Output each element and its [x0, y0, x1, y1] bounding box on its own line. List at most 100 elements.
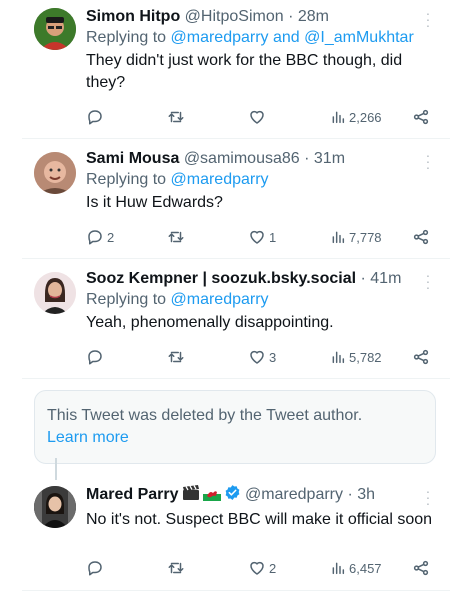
tweet-thread: Simon Hitpo @HitpoSimon · 28m Replying t… — [22, 0, 450, 600]
share-button[interactable] — [412, 107, 430, 127]
more-icon[interactable]: · · · — [420, 268, 436, 294]
like-button[interactable]: 3 — [248, 347, 276, 367]
views-count: 6,457 — [349, 560, 382, 576]
views-icon — [332, 231, 345, 244]
reply-icon — [88, 350, 102, 365]
divider — [22, 258, 450, 259]
author-name[interactable]: Sooz Kempner | soozuk.bsky.social — [86, 270, 356, 287]
timestamp[interactable]: 28m — [298, 8, 329, 25]
retweet-button[interactable] — [166, 227, 189, 247]
retweet-icon — [168, 562, 184, 574]
reply-context: Replying to @maredparry — [86, 169, 436, 190]
thread-connector — [55, 458, 57, 480]
share-icon — [413, 109, 429, 125]
tweet-actions: 3 5,782 — [86, 347, 436, 367]
reply-button[interactable] — [86, 347, 107, 367]
tweet-actions: 2 6,457 — [86, 558, 436, 578]
mention-link[interactable]: @I_amMukhtar — [304, 29, 414, 46]
views-button[interactable]: 2,266 — [330, 107, 382, 127]
heart-icon — [250, 230, 264, 244]
divider — [22, 590, 450, 591]
retweet-button[interactable] — [166, 107, 189, 127]
retweet-icon — [168, 111, 184, 123]
reply-prefix: Replying to — [86, 29, 167, 46]
reply-context: Replying to @maredparry and @I_amMukhtar — [86, 27, 436, 48]
more-icon[interactable]: · · · — [420, 148, 436, 174]
reply-prefix: Replying to — [86, 171, 167, 188]
views-count: 2,266 — [349, 109, 382, 125]
reply-join: and — [273, 29, 300, 46]
share-button[interactable] — [412, 558, 430, 578]
like-count: 1 — [269, 229, 277, 245]
reply-count: 2 — [107, 229, 115, 245]
heart-icon — [250, 350, 264, 364]
views-icon — [332, 351, 345, 364]
share-button[interactable] — [412, 347, 430, 367]
author-name[interactable]: Simon Hitpo — [86, 8, 180, 25]
reply-context: Replying to @maredparry — [86, 289, 436, 310]
tweet-text: Is it Huw Edwards? — [86, 194, 223, 211]
mention-link[interactable]: @maredparry — [171, 291, 269, 308]
more-icon[interactable]: · · · — [420, 484, 436, 510]
divider — [22, 378, 450, 379]
author-handle[interactable]: @HitpoSimon — [185, 8, 284, 25]
views-count: 7,778 — [349, 229, 382, 245]
like-button[interactable] — [248, 107, 269, 127]
reply-button[interactable]: 2 — [86, 227, 114, 247]
divider — [22, 138, 450, 139]
author-handle[interactable]: @maredparry — [245, 486, 343, 503]
like-button[interactable]: 1 — [248, 227, 276, 247]
retweet-button[interactable] — [166, 347, 189, 367]
reply-button[interactable] — [86, 107, 107, 127]
heart-icon — [250, 110, 264, 124]
reply-button[interactable] — [86, 558, 107, 578]
timestamp[interactable]: 31m — [314, 150, 345, 167]
share-icon — [413, 229, 429, 245]
tweet-text: No it's not. Suspect BBC will make it of… — [86, 511, 433, 528]
like-count: 3 — [269, 349, 277, 365]
separator-dot: · — [288, 8, 294, 25]
avatar-mared-parry[interactable] — [34, 486, 76, 528]
deleted-tweet-notice: This Tweet was deleted by the Tweet auth… — [34, 390, 436, 464]
welsh-flag-icon — [202, 486, 221, 507]
share-icon — [413, 349, 429, 365]
like-count: 2 — [269, 560, 277, 576]
views-button[interactable]: 5,782 — [330, 347, 382, 367]
views-count: 5,782 — [349, 349, 382, 365]
avatar-sami-mousa[interactable] — [34, 152, 76, 194]
retweet-icon — [168, 231, 184, 243]
separator-dot: · — [360, 270, 366, 287]
reply-icon — [88, 230, 102, 245]
deleted-notice-text: This Tweet was deleted by the Tweet auth… — [47, 407, 363, 424]
clapperboard-icon — [182, 485, 200, 507]
views-icon — [332, 562, 345, 575]
separator-dot: · — [304, 150, 310, 167]
share-button[interactable] — [412, 227, 430, 247]
tweet-actions: 2 1 7,778 — [86, 227, 436, 247]
reply-icon — [88, 110, 102, 125]
views-button[interactable]: 7,778 — [330, 227, 382, 247]
views-button[interactable]: 6,457 — [330, 558, 382, 578]
like-button[interactable]: 2 — [248, 558, 276, 578]
timestamp[interactable]: 3h — [357, 486, 375, 503]
tweet-text: They didn't just work for the BBC though… — [86, 52, 403, 91]
learn-more-link[interactable]: Learn more — [47, 427, 423, 449]
mention-link[interactable]: @maredparry — [171, 171, 269, 188]
author-name[interactable]: Sami Mousa — [86, 150, 179, 167]
mention-link[interactable]: @maredparry — [171, 29, 269, 46]
author-name[interactable]: Mared Parry — [86, 486, 179, 503]
retweet-icon — [168, 351, 184, 363]
tweet-actions: 2,266 — [86, 107, 436, 127]
author-handle[interactable]: @samimousa86 — [184, 150, 300, 167]
tweet-text: Yeah, phenomenally disappointing. — [86, 314, 334, 331]
heart-icon — [250, 561, 264, 575]
avatar-simon-hitpo[interactable] — [34, 8, 76, 50]
more-icon[interactable]: · · · — [420, 6, 436, 32]
views-icon — [332, 111, 345, 124]
reply-icon — [88, 561, 102, 576]
reply-prefix: Replying to — [86, 291, 167, 308]
share-icon — [413, 560, 429, 576]
avatar-sooz-kempner[interactable] — [34, 272, 76, 314]
retweet-button[interactable] — [166, 558, 189, 578]
timestamp[interactable]: 41m — [370, 270, 401, 287]
